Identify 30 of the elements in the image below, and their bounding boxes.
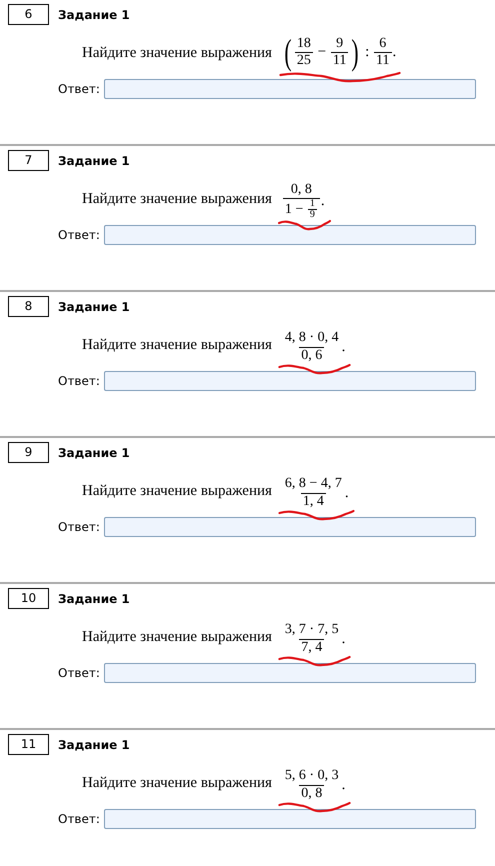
task-number: 11: [8, 734, 49, 755]
answer-label: Ответ:: [58, 373, 100, 390]
answer-field[interactable]: [104, 517, 476, 537]
task-number: 10: [8, 588, 49, 609]
task-title: Задание 1: [58, 444, 130, 462]
task-prompt: Найдите значение выражения: [82, 482, 272, 501]
answer-label: Ответ:: [58, 665, 100, 682]
answer-label: Ответ:: [58, 519, 100, 536]
task-title: Задание 1: [58, 6, 130, 24]
task-number: 8: [8, 296, 49, 317]
task-title: Задание 1: [58, 590, 130, 608]
answer-field[interactable]: [104, 79, 476, 99]
answer-label: Ответ:: [58, 81, 100, 98]
answer-label: Ответ:: [58, 811, 100, 828]
task-number: 6: [8, 4, 49, 25]
task-prompt: Найдите значение выражения: [82, 628, 272, 647]
answer-field[interactable]: [104, 371, 476, 391]
task-number: 7: [8, 150, 49, 171]
answer-field[interactable]: [104, 809, 476, 829]
task-title: Задание 1: [58, 736, 130, 754]
task-number: 9: [8, 442, 49, 463]
task-prompt: Найдите значение выражения: [82, 336, 272, 355]
task-prompt: Найдите значение выражения: [82, 774, 272, 793]
task-title: Задание 1: [58, 152, 130, 170]
task-prompt: Найдите значение выражения: [82, 190, 272, 209]
answer-field[interactable]: [104, 663, 476, 683]
task-title: Задание 1: [58, 298, 130, 316]
answer-label: Ответ:: [58, 227, 100, 244]
answer-field[interactable]: [104, 225, 476, 245]
task-prompt: Найдите значение выражения: [82, 44, 272, 63]
